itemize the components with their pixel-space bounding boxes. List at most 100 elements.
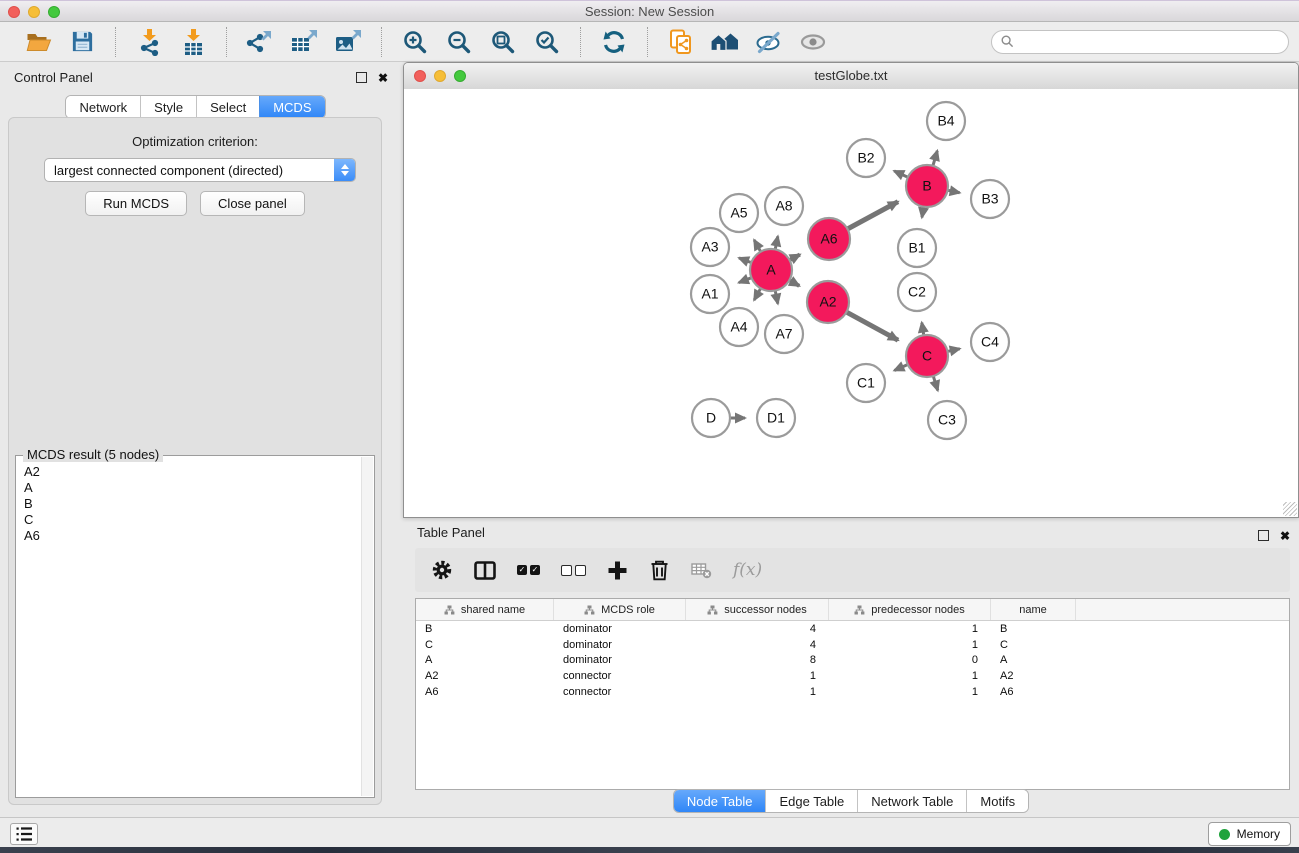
edge-A-A6[interactable]	[790, 255, 800, 261]
delete-table-icon[interactable]	[691, 558, 712, 582]
table-row[interactable]: Adominator80A	[416, 653, 1289, 669]
task-history-button[interactable]	[10, 823, 38, 845]
edge-A-A8[interactable]	[775, 236, 778, 249]
network-canvas[interactable]: B4B2BB3A5A8A6B1A3AC2A1A2A4A7C4CC1C3DD1	[404, 89, 1298, 517]
table-cell[interactable]: C	[991, 639, 1076, 651]
close-panel-button[interactable]: Close panel	[200, 191, 305, 216]
edge-B-B1[interactable]	[922, 207, 924, 218]
edge-A-A2[interactable]	[789, 280, 799, 286]
deselect-all-checkboxes-icon[interactable]	[561, 558, 586, 582]
delete-columns-icon[interactable]	[649, 558, 670, 582]
close-table-panel-icon[interactable]: ✖	[1280, 531, 1290, 541]
result-list-item[interactable]: B	[24, 496, 362, 512]
search-box[interactable]	[991, 30, 1289, 54]
table-row[interactable]: A6connector11A6	[416, 684, 1289, 700]
hide-selected-icon[interactable]	[753, 27, 785, 57]
tab-select[interactable]: Select	[196, 96, 259, 118]
edge-B-B3[interactable]	[948, 190, 960, 192]
export-image-icon[interactable]	[332, 27, 364, 57]
save-session-icon[interactable]	[66, 27, 98, 57]
column-header-name[interactable]: name	[991, 599, 1076, 620]
table-cell[interactable]: A2	[416, 670, 554, 682]
zoom-out-icon[interactable]	[443, 27, 475, 57]
table-cell[interactable]: A	[416, 654, 554, 666]
search-input[interactable]	[1020, 34, 1279, 50]
edge-A-A5[interactable]	[754, 240, 761, 252]
table-cell[interactable]: 4	[686, 623, 829, 635]
criterion-select[interactable]: largest connected component (directed)	[44, 158, 356, 182]
result-list-item[interactable]: A2	[24, 464, 362, 480]
select-all-checkboxes-icon[interactable]: ✓✓	[517, 558, 540, 582]
result-list-item[interactable]: A6	[24, 528, 362, 544]
table-cell[interactable]: connector	[554, 686, 686, 698]
table-cell[interactable]: B	[991, 623, 1076, 635]
table-cell[interactable]: B	[416, 623, 554, 635]
table-cell[interactable]: A6	[416, 686, 554, 698]
table-cell[interactable]: 1	[686, 670, 829, 682]
tab-mcds[interactable]: MCDS	[259, 96, 324, 118]
edge-B-B4[interactable]	[933, 151, 937, 166]
settings-gear-icon[interactable]	[431, 558, 453, 582]
edge-A-A3[interactable]	[739, 258, 751, 263]
add-column-icon[interactable]	[607, 558, 628, 582]
table-cell[interactable]: A	[991, 654, 1076, 666]
close-panel-icon[interactable]: ✖	[378, 73, 388, 83]
run-mcds-button[interactable]: Run MCDS	[85, 191, 187, 216]
edge-A-A4[interactable]	[754, 288, 761, 300]
edge-C-C4[interactable]	[947, 349, 959, 352]
edge-A6-B[interactable]	[847, 202, 898, 229]
table-cell[interactable]: 1	[829, 639, 991, 651]
zoom-fit-icon[interactable]	[487, 27, 519, 57]
table-cell[interactable]: 1	[829, 623, 991, 635]
result-list-item[interactable]: C	[24, 512, 362, 528]
column-header-shared-name[interactable]: shared name	[416, 599, 554, 620]
column-header-predecessor-nodes[interactable]: predecessor nodes	[829, 599, 991, 620]
edge-A-A1[interactable]	[739, 278, 752, 283]
export-network-icon[interactable]	[244, 27, 276, 57]
tab-motifs[interactable]: Motifs	[966, 790, 1028, 812]
table-cell[interactable]: 8	[686, 654, 829, 666]
table-cell[interactable]: 1	[829, 670, 991, 682]
float-panel-icon[interactable]	[356, 72, 367, 83]
edge-B-B2[interactable]	[894, 171, 908, 177]
table-cell[interactable]: dominator	[554, 639, 686, 651]
table-cell[interactable]: 0	[829, 654, 991, 666]
resize-grip[interactable]	[1283, 502, 1297, 516]
edge-C-C3[interactable]	[933, 376, 937, 390]
table-row[interactable]: A2connector11A2	[416, 668, 1289, 684]
tab-network-table[interactable]: Network Table	[857, 790, 966, 812]
function-builder-icon[interactable]: f(x)	[733, 558, 762, 582]
table-cell[interactable]: 1	[829, 686, 991, 698]
result-list-item[interactable]: A	[24, 480, 362, 496]
memory-button[interactable]: Memory	[1208, 822, 1291, 846]
home-view-icon[interactable]	[709, 27, 741, 57]
zoom-in-icon[interactable]	[399, 27, 431, 57]
tab-style[interactable]: Style	[140, 96, 196, 118]
import-table-icon[interactable]	[177, 27, 209, 57]
table-cell[interactable]: dominator	[554, 654, 686, 666]
table-cell[interactable]: C	[416, 639, 554, 651]
show-all-icon[interactable]	[797, 27, 829, 57]
refresh-layout-icon[interactable]	[598, 27, 630, 57]
table-row[interactable]: Bdominator41B	[416, 621, 1289, 637]
toggle-panel-layout-icon[interactable]	[474, 558, 496, 582]
zoom-selected-icon[interactable]	[531, 27, 563, 57]
tab-edge-table[interactable]: Edge Table	[765, 790, 857, 812]
new-network-from-selection-icon[interactable]	[665, 27, 697, 57]
table-cell[interactable]: A6	[991, 686, 1076, 698]
tab-network[interactable]: Network	[66, 96, 140, 118]
table-cell[interactable]: dominator	[554, 623, 686, 635]
table-cell[interactable]: 1	[686, 686, 829, 698]
float-table-panel-icon[interactable]	[1258, 530, 1269, 541]
edge-C-C1[interactable]	[894, 364, 907, 370]
edge-C-C2[interactable]	[922, 323, 924, 336]
edge-A2-C[interactable]	[846, 312, 898, 340]
column-header-successor-nodes[interactable]: successor nodes	[686, 599, 829, 620]
table-cell[interactable]: A2	[991, 670, 1076, 682]
import-network-icon[interactable]	[133, 27, 165, 57]
tab-node-table[interactable]: Node Table	[674, 790, 766, 812]
table-row[interactable]: Cdominator41C	[416, 637, 1289, 653]
export-table-icon[interactable]	[288, 27, 320, 57]
edge-A-A7[interactable]	[775, 291, 778, 304]
open-session-icon[interactable]	[22, 27, 54, 57]
